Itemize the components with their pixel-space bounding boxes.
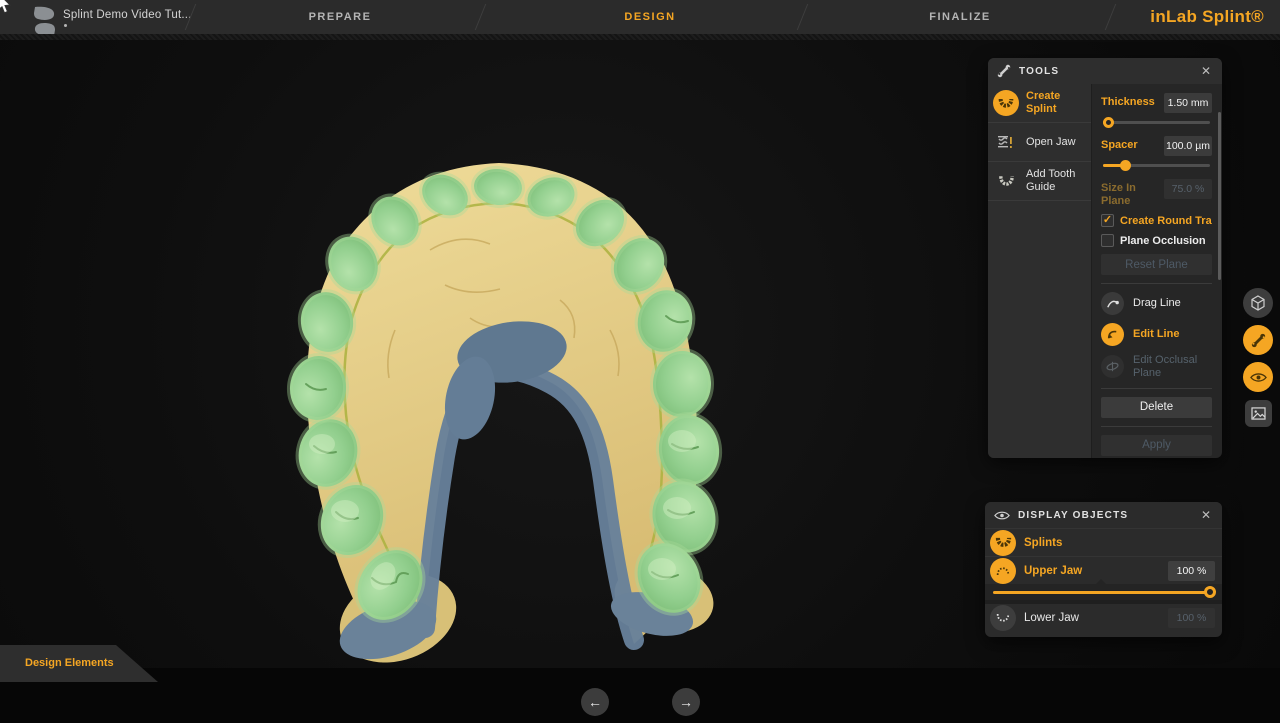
tool-add-tooth-guide[interactable]: Add Tooth Guide (988, 162, 1091, 201)
topbar-separator (797, 4, 809, 30)
edit-occlusal-plane-tool[interactable]: Edit Occlusal Plane (1101, 354, 1212, 379)
step-back-button[interactable]: ← (581, 688, 609, 716)
thickness-value[interactable]: 1.50 mm (1164, 93, 1212, 113)
bottom-bar (0, 668, 1280, 723)
thickness-slider-handle[interactable] (1103, 117, 1114, 128)
lower-jaw-opacity-value: 100 % (1168, 608, 1215, 628)
upper-jaw-opacity-slider[interactable] (985, 584, 1222, 600)
checkbox-unchecked-icon[interactable] (1101, 234, 1114, 247)
checkbox-label: Create Round Tra (1120, 215, 1212, 227)
size-in-plane-value: 75.0 % (1164, 179, 1212, 199)
delete-button[interactable]: Delete (1101, 397, 1212, 418)
tool-options: Thickness 1.50 mm Spacer 100.0 µm Size I… (1092, 84, 1222, 458)
display-item-label: Lower Jaw (1024, 612, 1160, 624)
snapshot-button[interactable] (1245, 400, 1272, 427)
back-arrow-icon: ← (588, 694, 602, 710)
line-tool-label: Edit Occlusal Plane (1133, 354, 1211, 379)
tools-panel-toggle-button[interactable] (1243, 325, 1273, 355)
image-icon (1251, 407, 1266, 420)
design-elements-label: Design Elements (25, 657, 114, 669)
display-item-lower-jaw[interactable]: Lower Jaw 100 % (985, 604, 1222, 632)
line-tool-label: Drag Line (1133, 297, 1181, 310)
forward-arrow-icon: → (679, 694, 693, 710)
topbar-separator (1105, 4, 1117, 30)
eye-icon (1250, 372, 1267, 383)
spacer-slider[interactable] (1103, 160, 1210, 171)
close-icon[interactable]: ✕ (1199, 64, 1213, 78)
tool-create-splint[interactable]: Create Splint (988, 84, 1091, 123)
display-item-label: Splints (1024, 537, 1215, 549)
app-logo-icon (33, 6, 56, 37)
tooth-guide-icon (993, 168, 1019, 194)
lower-jaw-icon (990, 605, 1016, 631)
app-window: Splint Demo Video Tut... PREPARE DESIGN … (0, 0, 1280, 723)
modified-indicator (64, 24, 67, 27)
edit-line-icon (1101, 323, 1124, 346)
tool-label: Create Splint (1026, 90, 1087, 115)
tools-panel-title: TOOLS (1019, 66, 1199, 77)
spacer-slider-handle[interactable] (1120, 160, 1131, 171)
reset-plane-button[interactable]: Reset Plane (1101, 254, 1212, 275)
tool-label: Add Tooth Guide (1026, 168, 1087, 193)
wrench-icon (997, 64, 1011, 78)
display-panel-header: DISPLAY OBJECTS ✕ (985, 502, 1222, 528)
tools-list: Create Splint Open Jaw (988, 84, 1092, 458)
thickness-label: Thickness (1101, 93, 1155, 109)
upper-jaw-opacity-value[interactable]: 100 % (1168, 561, 1215, 581)
scrollbar[interactable] (1218, 112, 1221, 280)
tool-label: Open Jaw (1026, 136, 1076, 149)
brand-logo: inLab Splint® (1150, 7, 1264, 27)
tab-prepare[interactable]: PREPARE (280, 11, 400, 23)
splint-arch-icon (993, 90, 1019, 116)
edit-occlusal-plane-icon (1101, 355, 1124, 378)
topbar-hatch-strip (0, 34, 1280, 40)
size-in-plane-label: Size In Plane (1101, 179, 1153, 207)
spacer-value[interactable]: 100.0 µm (1164, 136, 1212, 156)
cube-icon (1250, 295, 1266, 311)
display-item-label: Upper Jaw (1024, 565, 1160, 577)
checkbox-create-round-transition[interactable]: ✓ Create Round Tra (1101, 214, 1212, 227)
line-tool-label: Edit Line (1133, 328, 1179, 341)
close-icon[interactable]: ✕ (1199, 508, 1213, 522)
checkbox-plane-occlusion[interactable]: Plane Occlusion (1101, 234, 1212, 247)
tool-open-jaw[interactable]: Open Jaw (988, 123, 1091, 162)
display-objects-panel: DISPLAY OBJECTS ✕ Splints Upper Jaw 100 … (985, 502, 1222, 637)
mouse-cursor (0, 0, 13, 15)
topbar-separator (475, 4, 487, 30)
display-item-splints[interactable]: Splints (985, 528, 1222, 556)
eye-icon (994, 510, 1010, 521)
tab-design[interactable]: DESIGN (590, 11, 710, 23)
upper-jaw-icon (990, 558, 1016, 584)
edit-line-tool[interactable]: Edit Line (1101, 323, 1212, 346)
drag-line-tool[interactable]: Drag Line (1101, 292, 1212, 315)
checkbox-checked-icon[interactable]: ✓ (1101, 214, 1114, 227)
drag-line-icon (1101, 292, 1124, 315)
spacer-label: Spacer (1101, 136, 1138, 152)
thickness-slider[interactable] (1103, 117, 1210, 128)
top-bar: Splint Demo Video Tut... PREPARE DESIGN … (0, 0, 1280, 34)
display-panel-title: DISPLAY OBJECTS (1018, 510, 1199, 521)
view-options-button[interactable] (1243, 288, 1273, 318)
apply-button[interactable]: Apply (1101, 435, 1212, 456)
wrench-icon (1251, 333, 1266, 348)
checkbox-label: Plane Occlusion (1120, 235, 1212, 247)
splints-icon (990, 530, 1016, 556)
project-title[interactable]: Splint Demo Video Tut... (63, 9, 192, 21)
articulator-icon (993, 129, 1019, 155)
tools-panel: TOOLS ✕ Create Splint (988, 58, 1222, 458)
display-item-upper-jaw[interactable]: Upper Jaw 100 % (985, 556, 1222, 584)
tab-finalize[interactable]: FINALIZE (900, 11, 1020, 23)
upper-jaw-slider-handle[interactable] (1204, 586, 1216, 598)
step-forward-button[interactable]: → (672, 688, 700, 716)
display-objects-toggle-button[interactable] (1243, 362, 1273, 392)
tools-panel-header: TOOLS ✕ (988, 58, 1222, 84)
